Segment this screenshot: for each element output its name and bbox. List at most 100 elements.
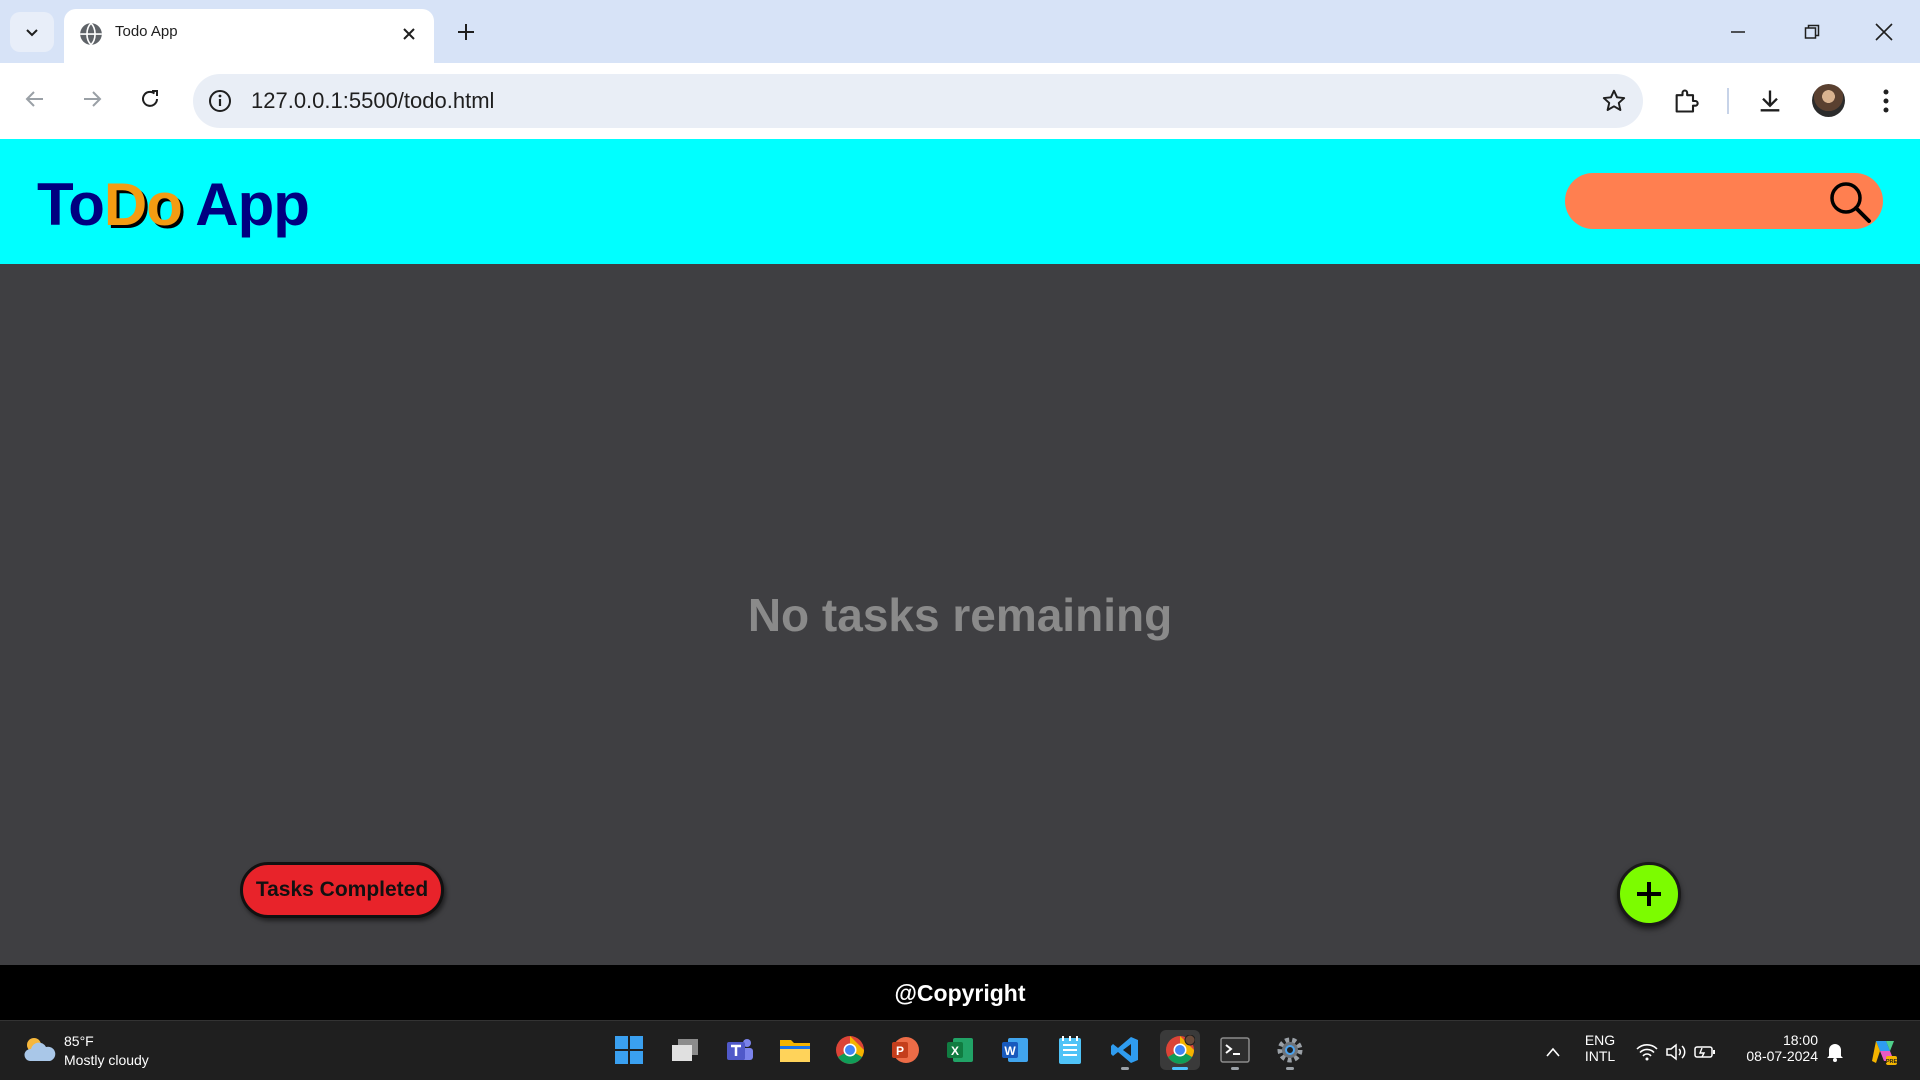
chevron-up-icon: [1546, 1047, 1560, 1057]
downloads-button[interactable]: [1750, 81, 1790, 121]
plus-icon: [458, 24, 474, 40]
windows-start-icon: [615, 1036, 643, 1064]
close-icon: [1875, 23, 1893, 41]
svg-text:PRE: PRE: [1886, 1059, 1898, 1065]
close-icon: [403, 28, 415, 40]
logo-text-app: App: [181, 171, 310, 238]
speaker-icon: [1666, 1043, 1686, 1061]
address-bar[interactable]: 127.0.0.1:5500/todo.html: [193, 74, 1643, 128]
star-icon: [1602, 89, 1626, 111]
add-task-button[interactable]: [1617, 862, 1681, 926]
task-view-icon: [672, 1039, 698, 1061]
plus-icon: [1637, 882, 1661, 906]
terminal-button[interactable]: [1215, 1030, 1255, 1070]
copilot-icon: PRE: [1872, 1041, 1898, 1065]
arrow-right-icon: [84, 91, 102, 107]
settings-button[interactable]: [1270, 1030, 1310, 1070]
teams-button[interactable]: [720, 1030, 760, 1070]
chrome-button[interactable]: [830, 1030, 870, 1070]
minimize-icon: [1731, 31, 1745, 33]
bell-icon: [1827, 1044, 1843, 1062]
profile-avatar[interactable]: [1812, 84, 1845, 117]
notifications-button[interactable]: [1824, 1041, 1846, 1063]
app-logo: ToDo App: [37, 170, 310, 239]
logo-text-to: To: [37, 171, 105, 238]
keyboard-layout: INTL: [1584, 1048, 1616, 1064]
running-indicator: [1121, 1067, 1129, 1070]
new-tab-button[interactable]: [448, 14, 484, 50]
excel-button[interactable]: X: [940, 1030, 980, 1070]
info-icon: [209, 90, 231, 112]
weather-temperature: 85°F: [64, 1033, 94, 1049]
site-info-button[interactable]: [205, 86, 235, 116]
chrome-icon: [1166, 1035, 1195, 1064]
volume-status[interactable]: [1665, 1041, 1687, 1063]
tab-close-button[interactable]: [396, 21, 422, 47]
reload-button[interactable]: [130, 79, 170, 119]
folder-icon: [780, 1040, 810, 1062]
weather-widget[interactable]: 85°F Mostly cloudy: [20, 1029, 210, 1073]
copilot-button[interactable]: PRE: [1868, 1037, 1898, 1067]
chrome-active-button[interactable]: [1160, 1030, 1200, 1070]
clock-time: 18:00: [1782, 1032, 1818, 1048]
language-code: ENG: [1584, 1032, 1616, 1048]
svg-text:P: P: [896, 1044, 904, 1058]
app-header: ToDo App: [0, 139, 1920, 264]
battery-icon: [1694, 1046, 1715, 1058]
search-icon[interactable]: [1827, 179, 1873, 225]
puzzle-icon: [1675, 89, 1699, 113]
restore-icon: [1804, 24, 1820, 39]
terminal-icon: [1220, 1037, 1250, 1063]
minimize-button[interactable]: [1712, 10, 1764, 54]
wifi-status[interactable]: [1636, 1041, 1658, 1063]
url-text[interactable]: 127.0.0.1:5500/todo.html: [251, 88, 494, 114]
browser-menu-button[interactable]: [1866, 81, 1906, 121]
browser-tab[interactable]: Todo App: [64, 9, 434, 63]
back-button[interactable]: [15, 79, 55, 119]
tasks-completed-button[interactable]: Tasks Completed: [240, 862, 444, 918]
show-hidden-icons-button[interactable]: [1542, 1041, 1564, 1063]
vscode-icon: [1111, 1037, 1138, 1063]
powerpoint-icon: P: [892, 1037, 919, 1063]
arrow-left-icon: [25, 91, 43, 107]
running-indicator: [1231, 1067, 1239, 1070]
restore-button[interactable]: [1786, 10, 1838, 54]
extensions-button[interactable]: [1666, 81, 1706, 121]
more-vertical-icon: [1883, 89, 1889, 113]
word-icon: W: [1002, 1038, 1028, 1062]
task-list-area: No tasks remaining Tasks Completed: [0, 264, 1920, 965]
chrome-icon: [836, 1036, 864, 1064]
file-explorer-button[interactable]: [775, 1030, 815, 1070]
notepad-icon: [1059, 1036, 1081, 1064]
app-footer: @Copyright: [0, 965, 1920, 1020]
clock[interactable]: 18:00 08-07-2024: [1730, 1032, 1818, 1064]
weather-condition: Mostly cloudy: [64, 1052, 149, 1068]
forward-button[interactable]: [72, 79, 112, 119]
start-button[interactable]: [609, 1030, 649, 1070]
download-icon: [1760, 90, 1780, 112]
battery-status[interactable]: [1694, 1041, 1716, 1063]
browser-toolbar: 127.0.0.1:5500/todo.html: [0, 63, 1920, 139]
logo-text-do: Do: [103, 171, 183, 238]
bookmark-button[interactable]: [1599, 86, 1629, 116]
svg-text:X: X: [951, 1044, 959, 1058]
vscode-button[interactable]: [1105, 1030, 1145, 1070]
close-window-button[interactable]: [1858, 10, 1910, 54]
teams-icon: [727, 1039, 753, 1060]
toolbar-divider: [1727, 88, 1729, 114]
task-view-button[interactable]: [665, 1030, 705, 1070]
globe-icon: [80, 22, 102, 46]
copyright-text: @Copyright: [894, 980, 1026, 1006]
search-box: [1565, 173, 1883, 229]
excel-icon: X: [947, 1038, 973, 1062]
windows-taskbar: 85°F Mostly cloudy P X W ENG INTL 18:00 …: [0, 1020, 1920, 1080]
word-button[interactable]: W: [995, 1030, 1035, 1070]
running-indicator: [1286, 1067, 1294, 1070]
tab-search-button[interactable]: [10, 12, 54, 52]
powerpoint-button[interactable]: P: [885, 1030, 925, 1070]
notepad-button[interactable]: [1050, 1030, 1090, 1070]
language-indicator[interactable]: ENG INTL: [1580, 1032, 1620, 1064]
reload-icon: [142, 90, 158, 107]
search-input[interactable]: [1585, 183, 1815, 219]
gear-icon: [1277, 1037, 1303, 1063]
